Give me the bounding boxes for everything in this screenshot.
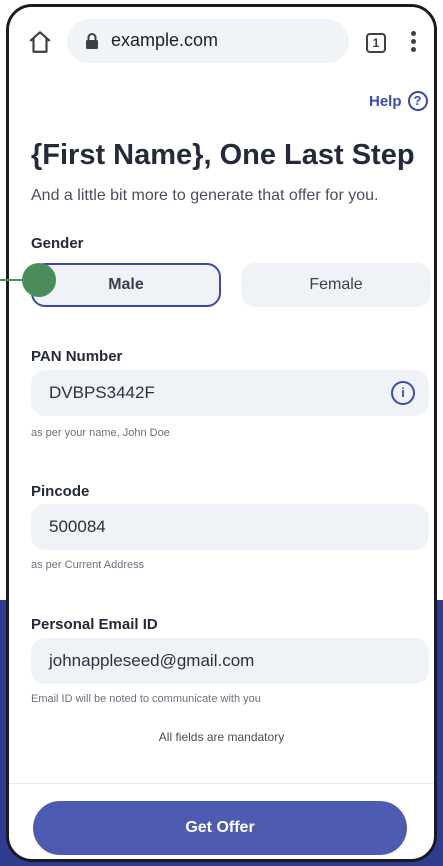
pincode-label: Pincode: [31, 483, 90, 500]
gender-female-button[interactable]: Female: [241, 263, 431, 307]
tap-indicator-line: [0, 279, 24, 281]
pan-hint: as per your name, John Doe: [31, 427, 170, 439]
gender-male-button[interactable]: Male: [31, 263, 221, 307]
url-text: example.com: [111, 30, 219, 50]
help-icon: ?: [407, 91, 428, 111]
get-offer-button[interactable]: Get Offer: [33, 801, 407, 855]
gender-label: Gender: [31, 235, 84, 252]
page-title: {First Name}, One Last Step: [31, 139, 415, 171]
pan-label: PAN Number: [31, 348, 123, 365]
mandatory-note: All fields are mandatory: [158, 730, 285, 744]
lock-icon: [86, 33, 98, 49]
email-value: johnappleseed@gmail.com: [49, 651, 255, 670]
home-icon[interactable]: [27, 29, 53, 55]
pincode-hint: as per Current Address: [31, 559, 145, 571]
help-label: Help: [369, 92, 402, 110]
pan-input[interactable]: DVBPS3442F i: [31, 370, 429, 416]
address-bar[interactable]: example.com: [67, 19, 349, 63]
tap-indicator-dot: [22, 263, 56, 297]
pincode-input[interactable]: 500084: [31, 504, 429, 550]
tabs-count-icon[interactable]: 1: [366, 33, 386, 53]
help-link[interactable]: Help ?: [369, 91, 428, 111]
browser-toolbar: example.com 1: [9, 7, 434, 79]
email-input[interactable]: johnappleseed@gmail.com: [31, 638, 429, 684]
page-subtitle: And a little bit more to generate that o…: [31, 187, 379, 204]
footer-divider: [9, 783, 434, 784]
info-icon[interactable]: i: [391, 381, 415, 405]
email-hint: Email ID will be noted to communicate wi…: [31, 693, 261, 705]
email-label: Personal Email ID: [31, 616, 158, 633]
more-menu-icon[interactable]: [409, 31, 417, 55]
pincode-value: 500084: [49, 517, 106, 536]
pan-value: DVBPS3442F: [49, 383, 155, 402]
phone-frame: example.com 1 Help ? {First Name}, One L…: [6, 4, 437, 862]
